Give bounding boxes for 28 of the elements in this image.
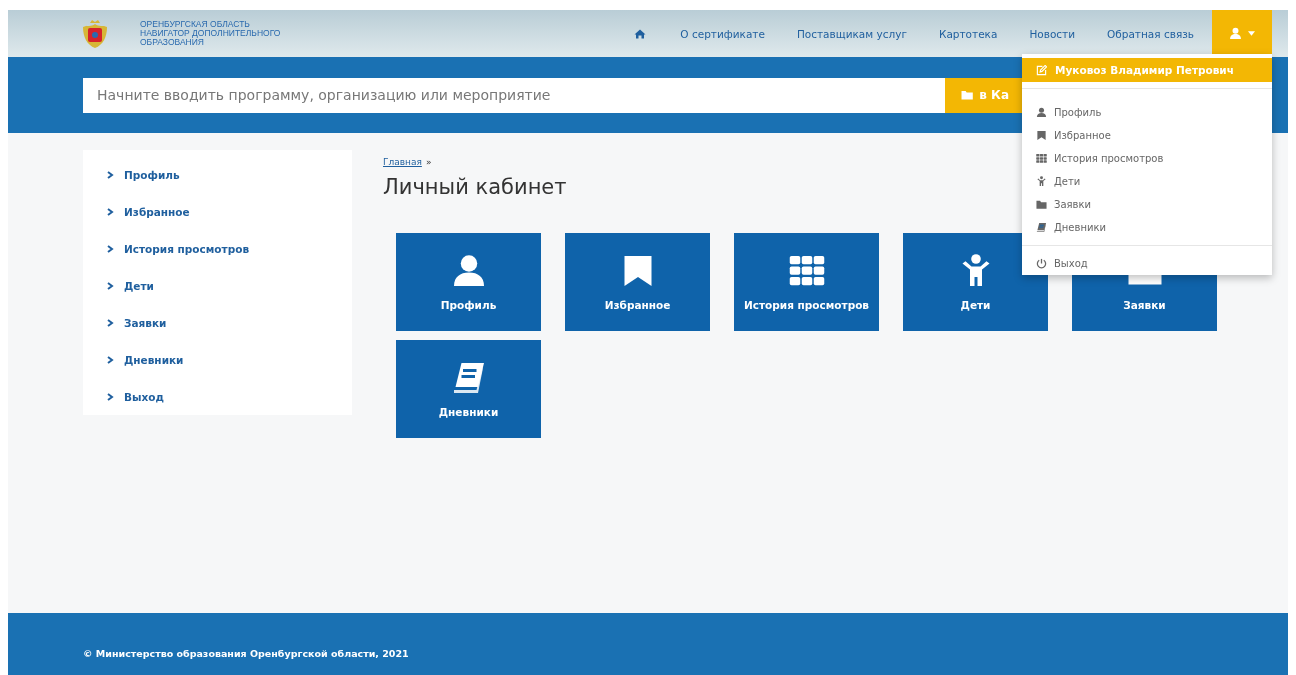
nav-link[interactable]: О сертификате bbox=[664, 27, 781, 40]
section-tile[interactable]: Профиль bbox=[396, 233, 541, 331]
breadcrumb-link[interactable]: Главная bbox=[383, 157, 422, 167]
sidebar-link[interactable]: Профиль bbox=[107, 157, 352, 194]
section-tile[interactable]: Дети bbox=[903, 233, 1048, 331]
sidebar-link[interactable]: Выход bbox=[107, 378, 352, 415]
sidebar-link[interactable]: Дневники bbox=[107, 341, 352, 379]
logo-text: ОРЕНБУРГСКАЯ ОБЛАСТЬ НАВИГАТОР ДОПОЛНИТЕЛЬНОГО ОБРАЗОВАНИЯ bbox=[140, 20, 281, 47]
copyright-text: © Министерство образования Оренбургской области, 2021 bbox=[83, 648, 409, 659]
sidebar-link[interactable]: История просмотров bbox=[107, 230, 352, 268]
menu-item[interactable]: Дети bbox=[1022, 170, 1272, 193]
section-tile[interactable]: Дневники bbox=[396, 340, 541, 438]
sidebar-link[interactable]: Дети bbox=[107, 267, 352, 305]
nav-link[interactable]: Поставщикам услуг bbox=[780, 27, 923, 40]
sidebar-link[interactable]: Избранное bbox=[107, 193, 352, 231]
nav-link[interactable]: Обратная связь bbox=[1091, 27, 1210, 40]
menu-item[interactable]: Избранное bbox=[1022, 124, 1272, 147]
nav-link[interactable]: Картотека bbox=[922, 27, 1014, 40]
page-title: Личный кабинет bbox=[383, 175, 567, 199]
section-tile[interactable]: История просмотров bbox=[734, 233, 879, 331]
search-field[interactable]: Начните вводить программу, организацию или мероприятие bbox=[83, 77, 945, 113]
sidebar-link[interactable]: Заявки bbox=[107, 304, 352, 342]
menu-item[interactable]: Заявки bbox=[1022, 193, 1272, 216]
breadcrumb-separator: » bbox=[425, 157, 432, 167]
menu-item[interactable]: Профиль bbox=[1022, 101, 1272, 124]
menu-item[interactable]: История просмотров bbox=[1022, 147, 1272, 170]
nav-link[interactable]: Новости bbox=[1013, 27, 1092, 40]
section-tile[interactable]: Избранное bbox=[565, 233, 710, 331]
